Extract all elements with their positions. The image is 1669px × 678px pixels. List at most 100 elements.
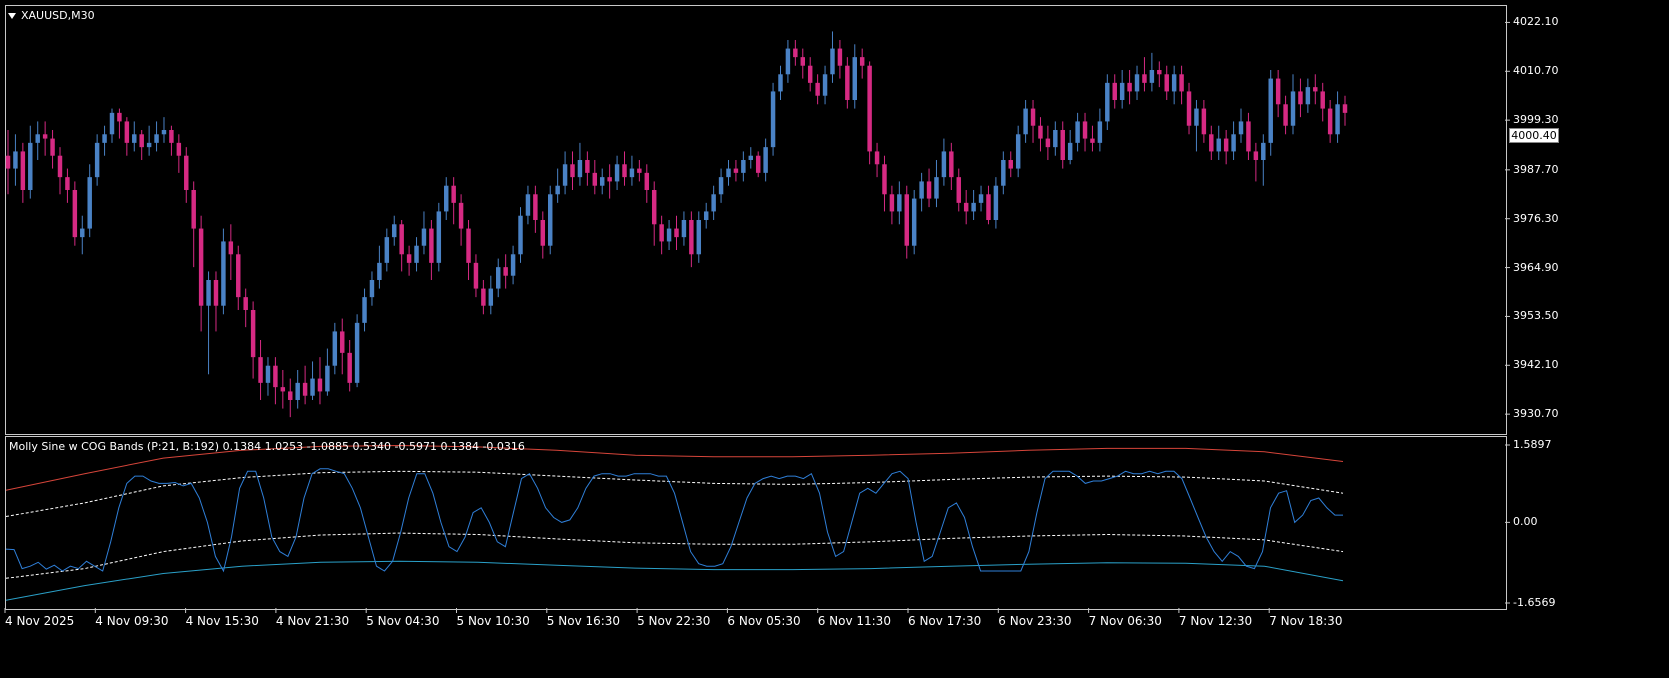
candle-body (1179, 74, 1184, 92)
candle-body (859, 57, 865, 66)
candle-body (897, 194, 902, 212)
candle-body (956, 177, 961, 203)
symbol-label: XAUUSD,M30 (21, 9, 95, 22)
candle-body (941, 151, 947, 178)
candle-body (592, 172, 598, 186)
indicator-label: Molly Sine w COG Bands (P:21, B:192) 0.1… (9, 440, 525, 453)
candle-body (1134, 74, 1140, 92)
candle-body (555, 185, 560, 195)
candle-body (1209, 134, 1214, 152)
price-axis-label: 4022.10 (1513, 15, 1559, 29)
price-axis-label: 3999.30 (1513, 113, 1559, 127)
candle-body (793, 48, 798, 58)
candle-body (369, 280, 375, 298)
candle-body (1268, 78, 1273, 143)
candle-body (258, 357, 263, 383)
candle-body (154, 134, 159, 143)
candle-body (161, 130, 167, 135)
candle-body (874, 151, 880, 165)
candle-body (399, 224, 404, 255)
candle-body (392, 224, 397, 238)
candle-body (904, 194, 909, 246)
candle-body (384, 237, 390, 263)
candle-body (228, 241, 234, 255)
candle-body (963, 202, 969, 212)
candle-body (1342, 104, 1348, 113)
candle-body (94, 142, 100, 178)
candle-body (65, 177, 70, 190)
candle-body (414, 245, 419, 263)
candle-body (822, 74, 828, 96)
time-axis-label: 6 Nov 11:30 (817, 614, 891, 628)
candle-body (473, 262, 479, 289)
candle-body (1290, 91, 1296, 126)
candle-body (748, 155, 754, 160)
candle-body (503, 267, 508, 276)
candle-body (1015, 134, 1021, 169)
candle-body (1201, 108, 1207, 135)
candle-body (562, 164, 568, 186)
indicator-axis-label: 1.5897 (1513, 438, 1552, 451)
candle-body (213, 280, 219, 306)
candle-body (570, 164, 575, 178)
candle-body (317, 378, 323, 392)
candle-body (763, 147, 768, 173)
price-axis-label: 3964.90 (1513, 260, 1559, 274)
candle-body (1223, 138, 1229, 152)
candle-body (718, 177, 724, 195)
symbol-title[interactable]: XAUUSD,M30 (8, 9, 95, 22)
candle-body (1194, 108, 1199, 126)
candle-body (1053, 130, 1058, 148)
candle-body (681, 220, 687, 238)
candle-body (651, 190, 657, 225)
candle-body (1082, 121, 1088, 139)
chevron-down-icon[interactable] (8, 13, 16, 19)
candle-body (785, 48, 791, 75)
candle-body (42, 134, 48, 139)
candle-body (1261, 142, 1266, 160)
candle-body (109, 112, 115, 135)
time-axis-label: 6 Nov 05:30 (727, 614, 801, 628)
time-axis-label: 6 Nov 17:30 (908, 614, 982, 628)
chart-canvas[interactable] (0, 0, 1669, 678)
candle-body (146, 142, 152, 148)
candle-body (273, 365, 278, 388)
candle-body (340, 331, 345, 353)
candle-body (1142, 74, 1147, 83)
price-axis-label: 3976.30 (1513, 211, 1559, 225)
candle-body (406, 254, 412, 263)
candle-body (176, 142, 182, 156)
candle-body (971, 202, 976, 212)
candle-body (347, 352, 352, 383)
candle-body (1164, 74, 1169, 92)
candle-body (978, 194, 984, 203)
candle-body (1275, 78, 1281, 105)
price-axis-label: 4010.70 (1513, 64, 1559, 78)
candle-body (124, 121, 130, 143)
candle-body (50, 138, 55, 156)
candle-body (547, 194, 553, 246)
candle-body (889, 194, 895, 212)
candle-body (1060, 130, 1065, 160)
candle-body (1149, 70, 1155, 83)
candle-body (986, 194, 991, 220)
time-axis-label: 5 Nov 22:30 (637, 614, 711, 628)
time-axis-label: 6 Nov 23:30 (998, 614, 1072, 628)
candle-body (362, 297, 367, 323)
candle-body (1119, 82, 1125, 100)
candle-body (659, 224, 664, 242)
candle-body (1186, 91, 1192, 126)
candle-body (540, 220, 546, 246)
candle-body (1216, 138, 1221, 152)
candle-body (518, 215, 523, 255)
inner-lower-band-line (5, 532, 1344, 579)
candle-body (1320, 91, 1325, 109)
candle-body (221, 241, 226, 306)
candle-body (35, 134, 40, 143)
candle-body (585, 160, 590, 173)
candle-body (1045, 138, 1051, 148)
candle-body (102, 134, 107, 143)
candle-body (310, 378, 315, 396)
candle-body (629, 168, 635, 178)
candle-body (243, 297, 248, 310)
